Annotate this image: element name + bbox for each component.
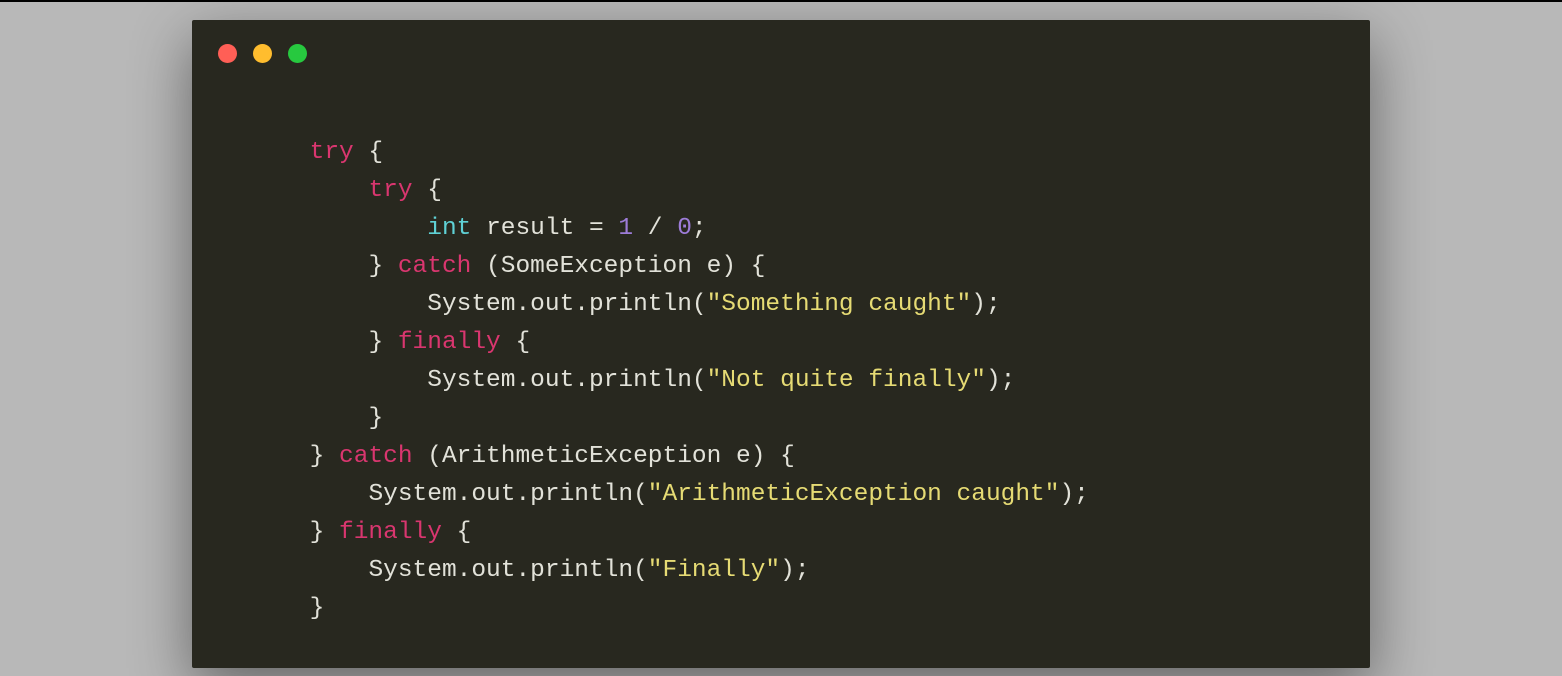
code-block: try { try { int result = 1 / 0; } catch … <box>192 66 1370 628</box>
string-literal: "Finally" <box>648 557 780 584</box>
code-line-12: System.out.println("Finally"); <box>192 557 810 584</box>
code-line-10: System.out.println("ArithmeticException … <box>192 481 1089 508</box>
type-int: int <box>427 215 471 242</box>
code-line-3: int result = 1 / 0; <box>192 215 707 242</box>
minimize-icon[interactable] <box>253 44 272 63</box>
keyword-try: try <box>310 139 354 166</box>
keyword-catch: catch <box>398 253 472 280</box>
string-literal: "ArithmeticException caught" <box>648 481 1060 508</box>
code-line-2: try { <box>192 177 442 204</box>
keyword-finally: finally <box>339 519 442 546</box>
code-line-6: } finally { <box>192 329 530 356</box>
code-line-9: } catch (ArithmeticException e) { <box>192 443 795 470</box>
close-icon[interactable] <box>218 44 237 63</box>
code-line-13: } <box>192 595 324 622</box>
string-literal: "Something caught" <box>707 291 972 318</box>
number-literal: 0 <box>677 215 692 242</box>
window-titlebar <box>192 20 1370 66</box>
maximize-icon[interactable] <box>288 44 307 63</box>
keyword-catch: catch <box>339 443 413 470</box>
code-line-1: try { <box>192 139 383 166</box>
code-line-7: System.out.println("Not quite finally"); <box>192 367 1015 394</box>
code-line-5: System.out.println("Something caught"); <box>192 291 1001 318</box>
code-window: try { try { int result = 1 / 0; } catch … <box>192 20 1370 668</box>
number-literal: 1 <box>618 215 633 242</box>
code-line-8: } <box>192 405 383 432</box>
keyword-try: try <box>368 177 412 204</box>
code-line-4: } catch (SomeException e) { <box>192 253 765 280</box>
code-line-11: } finally { <box>192 519 471 546</box>
keyword-finally: finally <box>398 329 501 356</box>
string-literal: "Not quite finally" <box>707 367 986 394</box>
